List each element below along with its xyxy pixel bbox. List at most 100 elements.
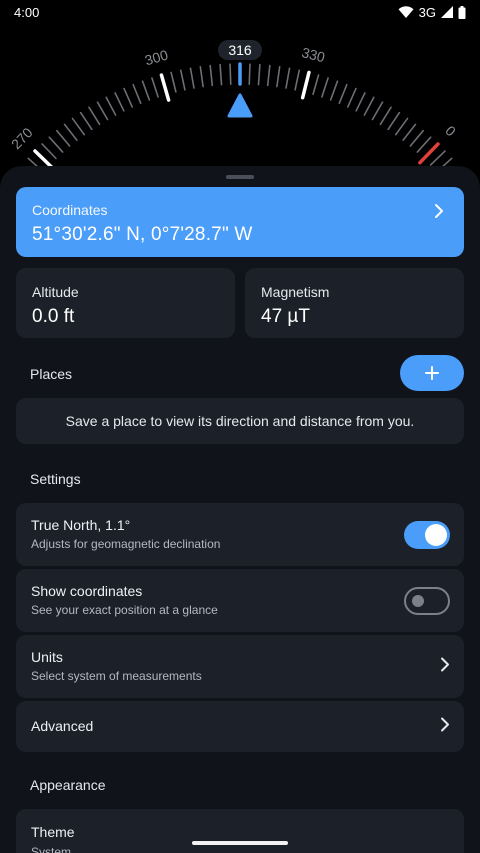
compass-tick [79, 111, 93, 131]
places-empty-state: Save a place to view its direction and d… [16, 398, 464, 444]
compass-tick [141, 80, 151, 101]
compass-tick [63, 123, 78, 141]
compass-tick [56, 129, 71, 147]
heading-indicator-icon [227, 93, 253, 118]
compass-tick [409, 129, 424, 147]
compass-ticks [27, 62, 453, 173]
setting-units-subtitle: Select system of measurements [31, 669, 202, 683]
compass-tick [123, 87, 134, 108]
compass-tick [363, 96, 375, 116]
places-title: Places [30, 366, 73, 382]
compass-tick [209, 64, 214, 87]
compass-degree-label: 300 [143, 46, 170, 68]
altitude-value: 0.0 ft [32, 306, 75, 327]
status-bar: 4:00 3G [0, 0, 480, 24]
true-north-toggle[interactable] [404, 520, 450, 549]
compass-tick [416, 136, 432, 153]
appearance-title: Appearance [30, 777, 106, 793]
setting-units-title: Units [31, 649, 63, 665]
drag-handle[interactable] [226, 175, 254, 179]
compass-tick [429, 150, 446, 166]
compass-tick [329, 80, 339, 101]
compass-tick [346, 87, 357, 108]
compass-tick [48, 136, 64, 153]
settings-title: Settings [30, 471, 81, 487]
compass-svg: 270W3003300N 316 [8, 40, 459, 174]
coordinates-value: 51°30'2.6" N, 0°7'28.7" W [32, 224, 253, 245]
compass-tick [41, 143, 57, 160]
compass-tick [151, 77, 159, 98]
compass-degree-label: 270 [8, 124, 36, 152]
compass-tick [96, 101, 109, 121]
compass-tick [276, 65, 281, 88]
compass-tick [402, 123, 417, 141]
compass-major-tick [159, 73, 171, 102]
magnetism-card: Magnetism 47 µT [245, 268, 464, 338]
compass-tick [321, 77, 329, 98]
compass-tick [248, 63, 251, 85]
signal-icon [441, 6, 453, 18]
compass-tick [355, 92, 366, 112]
compass-tick [229, 63, 232, 85]
magnetism-value: 47 µT [261, 306, 310, 327]
compass-degree-label: 330 [300, 44, 327, 65]
compass-tick [114, 92, 125, 112]
compass-major-tick [300, 70, 311, 100]
heading-value: 316 [228, 42, 252, 58]
compass-tick [219, 63, 223, 86]
network-type: 3G [418, 4, 436, 20]
details-sheet: Coordinates 51°30'2.6" N, 0°7'28.7" W Al… [0, 166, 480, 853]
setting-advanced-title: Advanced [31, 718, 94, 734]
compass-tick [170, 71, 177, 93]
setting-true-north-title: True North, 1.1° [31, 517, 131, 533]
compass-tick [338, 83, 348, 105]
compass-tick [387, 111, 401, 131]
compass-tick [371, 101, 384, 121]
compass-tick [88, 106, 101, 126]
status-icons: 3G [398, 5, 466, 20]
altitude-card: Altitude 0.0 ft [16, 268, 235, 338]
battery-icon [458, 5, 466, 19]
chevron-right-icon [435, 204, 443, 218]
plus-icon [425, 366, 439, 380]
compass-tick [179, 69, 186, 91]
altitude-label: Altitude [32, 284, 79, 300]
compass-tick [312, 74, 320, 96]
chevron-right-icon [441, 657, 449, 671]
compass-tick [394, 117, 409, 136]
setting-theme-subtitle: System [31, 845, 72, 853]
compass-tick [189, 67, 195, 89]
compass-tick [285, 67, 291, 89]
coordinates-card[interactable]: Coordinates 51°30'2.6" N, 0°7'28.7" W [16, 187, 464, 257]
status-time: 4:00 [14, 4, 40, 20]
setting-theme-title: Theme [31, 824, 75, 840]
setting-show-coordinates-title: Show coordinates [31, 583, 143, 599]
compass-tick [266, 64, 271, 87]
compass-tick [257, 63, 261, 86]
setting-show-coordinates[interactable]: Show coordinates See your exact position… [16, 569, 464, 632]
setting-show-coordinates-subtitle: See your exact position at a glance [31, 603, 218, 617]
setting-true-north[interactable]: True North, 1.1° Adjusts for geomagnetic… [16, 503, 464, 566]
compass-dial: 270W3003300N 316 [0, 24, 480, 174]
compass-tick [199, 65, 204, 88]
compass-tick [105, 96, 117, 116]
settings-list: True North, 1.1° Adjusts for geomagnetic… [16, 503, 464, 755]
compass-tick [71, 117, 86, 136]
magnetism-label: Magnetism [261, 284, 330, 300]
compass-tick [294, 69, 301, 91]
compass-degree-label: 0 [442, 122, 459, 139]
compass-tick [379, 106, 392, 126]
setting-true-north-subtitle: Adjusts for geomagnetic declination [31, 537, 221, 551]
chevron-right-icon [441, 717, 449, 731]
coordinates-label: Coordinates [32, 202, 108, 218]
toggle-knob [425, 523, 447, 546]
setting-units[interactable]: Units Select system of measurements [16, 635, 464, 698]
toggle-knob [412, 594, 424, 607]
compass-tick [132, 83, 142, 105]
home-indicator[interactable] [192, 841, 288, 845]
setting-advanced[interactable]: Advanced [16, 701, 464, 752]
show-coordinates-toggle[interactable] [404, 586, 450, 615]
wifi-icon [398, 6, 414, 18]
setting-theme[interactable]: Theme System [16, 809, 464, 853]
add-place-button[interactable] [400, 355, 464, 391]
